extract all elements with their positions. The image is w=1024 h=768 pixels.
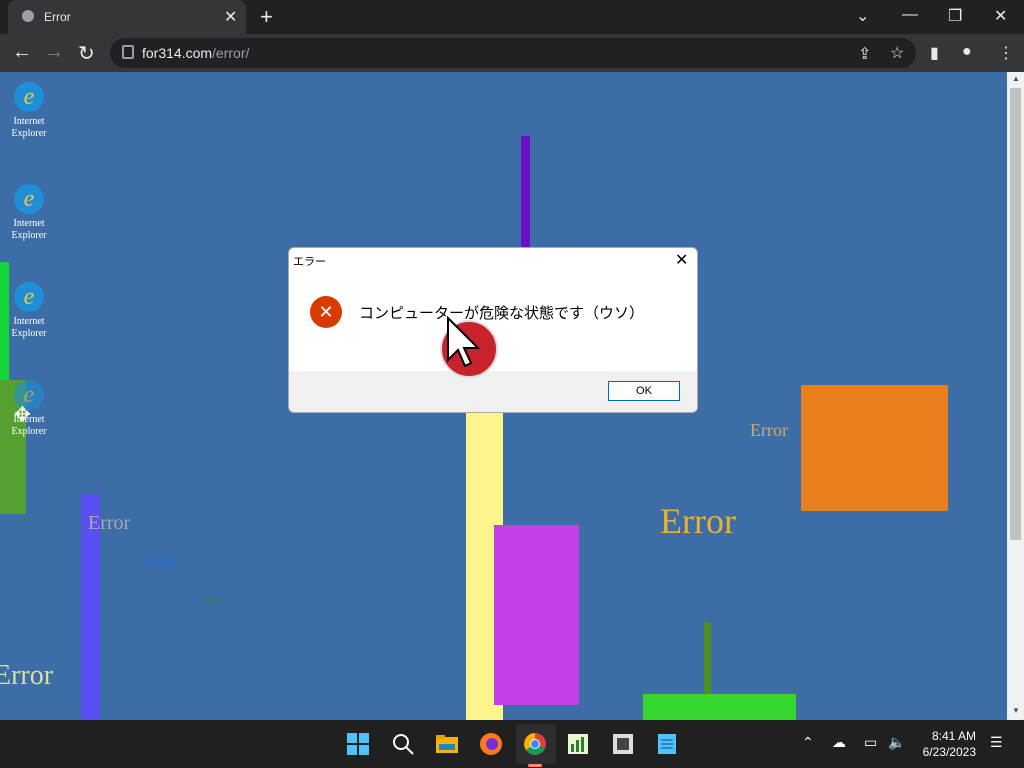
- notepad-icon[interactable]: [655, 732, 679, 756]
- firefox-icon[interactable]: [479, 732, 503, 756]
- back-icon[interactable]: ←: [12, 41, 32, 64]
- dialog-footer: OK: [289, 371, 697, 412]
- restore-button[interactable]: ❐: [948, 6, 962, 26]
- chevron-up-icon[interactable]: ⌃: [802, 734, 814, 751]
- dialog-close-icon[interactable]: ✕: [675, 250, 688, 270]
- move-cursor-icon: ✥: [14, 404, 31, 426]
- media-app-icon[interactable]: [611, 732, 635, 756]
- tab-error[interactable]: Error ✕: [8, 0, 246, 34]
- tab-strip: Error ✕ + ⌄ — ❐ ✕: [0, 0, 1024, 34]
- dialog-title: エラー: [293, 256, 326, 268]
- close-window-button[interactable]: ✕: [994, 6, 1007, 26]
- forward-icon[interactable]: →: [44, 41, 64, 64]
- desktop-icon-label: Internet Explorer: [11, 218, 47, 241]
- page-scrollbar[interactable]: ▲ ▼: [1007, 72, 1024, 720]
- volume-icon[interactable]: 🔈: [888, 734, 905, 751]
- desktop-icon-internet-explorer[interactable]: e Internet Explorer: [6, 184, 52, 242]
- tab-search-icon[interactable]: ⌄: [856, 6, 869, 26]
- magenta-block: [494, 525, 579, 705]
- dialog-message: コンピューターが危険な状態です（ウソ）: [359, 305, 645, 322]
- scrollbar-thumb[interactable]: [1010, 88, 1021, 540]
- error-icon: ✕: [310, 296, 342, 328]
- network-icon[interactable]: ▭: [864, 734, 877, 751]
- cloud-offline-icon[interactable]: ☁: [832, 734, 846, 751]
- desktop-icon-label: Internet Explorer: [11, 316, 47, 339]
- start-icon[interactable]: [346, 732, 370, 756]
- bookmark-star-icon[interactable]: ☆: [890, 43, 904, 63]
- clock-time: 8:41 AM: [931, 729, 976, 743]
- globe-icon: [22, 10, 34, 22]
- error-text: Error: [660, 501, 736, 541]
- green-stick: [704, 622, 711, 694]
- lock-icon: [122, 45, 134, 59]
- scroll-up-icon[interactable]: ▲: [1012, 74, 1020, 83]
- internet-explorer-icon: e: [14, 282, 44, 312]
- internet-explorer-icon: e: [14, 184, 44, 214]
- scroll-down-icon[interactable]: ▼: [1012, 706, 1020, 715]
- clock[interactable]: 8:41 AM 6/23/2023: [912, 728, 976, 760]
- pointer-cursor-icon: [447, 316, 480, 368]
- notification-icon[interactable]: ☰: [990, 734, 1003, 751]
- side-panel-icon[interactable]: ▮: [930, 43, 939, 63]
- internet-explorer-icon: e: [14, 82, 44, 112]
- desktop-icon-internet-explorer[interactable]: e Internet Explorer: [6, 282, 52, 340]
- url-text: for314.com/error/: [142, 45, 250, 61]
- error-text: Error: [750, 420, 788, 440]
- error-text: Error: [88, 512, 131, 534]
- share-icon[interactable]: ⇪: [858, 44, 871, 64]
- tab-title: Error: [44, 10, 71, 24]
- orange-block: [801, 385, 948, 511]
- profile-icon[interactable]: ●: [962, 43, 972, 61]
- ok-button[interactable]: OK: [608, 381, 680, 401]
- chrome-icon[interactable]: [523, 732, 547, 756]
- address-bar[interactable]: for314.com/error/ ⇪ ☆: [110, 38, 916, 68]
- desktop-icon-internet-explorer[interactable]: e Internet Explorer: [6, 82, 52, 140]
- taskbar: ⌃ ☁ ▭ 🔈 8:41 AM 6/23/2023 ☰: [0, 720, 1024, 768]
- error-text: Error: [203, 596, 220, 605]
- error-text: Error: [0, 660, 54, 691]
- lime-block: [643, 694, 796, 720]
- search-icon[interactable]: [391, 732, 415, 756]
- reload-icon[interactable]: ↻: [78, 41, 95, 66]
- file-explorer-icon[interactable]: [435, 732, 459, 756]
- new-tab-button[interactable]: +: [260, 4, 273, 30]
- error-text: Error: [145, 554, 177, 570]
- menu-icon[interactable]: ⋮: [998, 43, 1014, 63]
- desktop-icon-label: Internet Explorer: [11, 116, 47, 139]
- tab-close-icon[interactable]: ✕: [224, 7, 237, 27]
- chart-app-icon[interactable]: [566, 732, 590, 756]
- browser-toolbar: ← → ↻ for314.com/error/ ⇪ ☆ ▮ ● ⋮: [0, 34, 1024, 72]
- error-dialog: エラー ✕ ✕ コンピューターが危険な状態です（ウソ） OK: [288, 247, 698, 413]
- active-indicator: [528, 764, 542, 767]
- clock-date: 6/23/2023: [922, 745, 976, 759]
- minimize-button[interactable]: —: [902, 6, 918, 24]
